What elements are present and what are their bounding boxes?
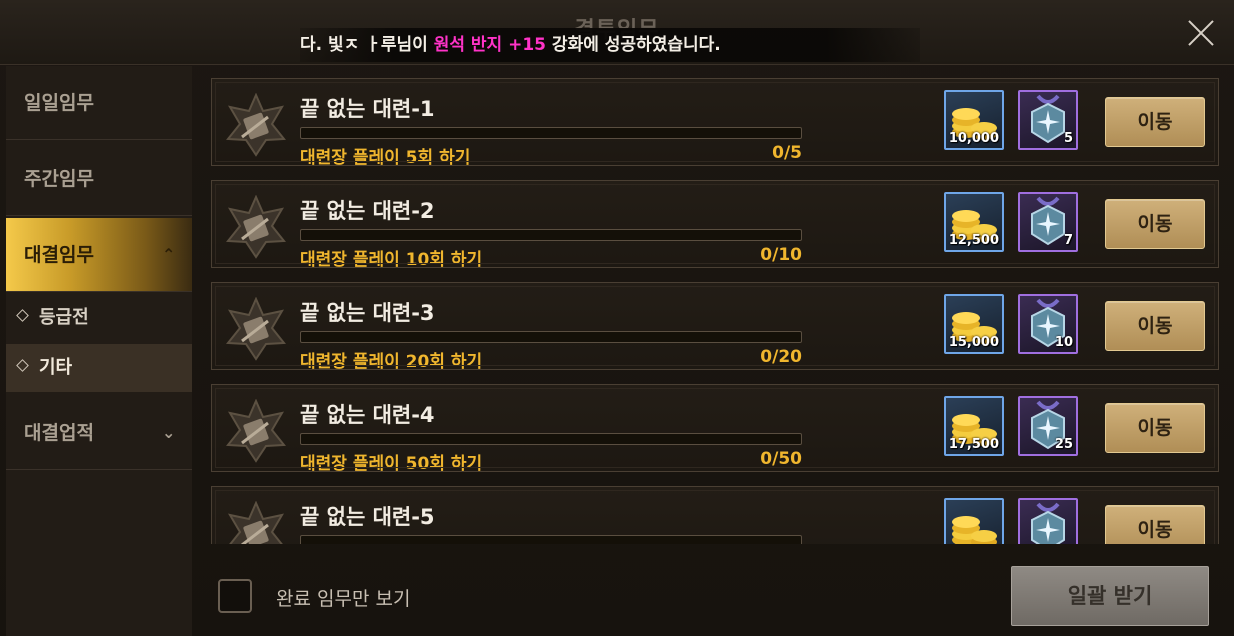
progress-bar — [300, 127, 802, 139]
move-button[interactable]: 이동 — [1105, 505, 1205, 544]
scroll-badge-icon — [227, 501, 285, 544]
chevron-down-icon: ⌄ — [162, 423, 176, 442]
scroll-badge-icon — [226, 399, 286, 463]
reward-gold[interactable] — [944, 498, 1004, 544]
quest-name: 끝 없는 대련-1 — [300, 97, 435, 121]
quest-description: 대련장 플레이 5회 하기 — [300, 148, 471, 168]
progress-bar — [300, 433, 802, 445]
reward-gold[interactable]: 17,500 — [944, 396, 1004, 456]
sidebar-item-weekly[interactable]: 주간임무 — [6, 142, 192, 216]
system-notice: 다. 빛ㅈ ㅏ루님이 원석 반지 +15 강화에 성공하였습니다. — [300, 28, 920, 62]
quest-name: 끝 없는 대련-5 — [300, 505, 435, 529]
reward-gem[interactable]: 7 — [1018, 192, 1078, 252]
diamond-bullet-icon — [16, 309, 29, 322]
quest-list[interactable]: 끝 없는 대련-1 대련장 플레이 5회 하기 0/5 10,000 5 이동 … — [211, 70, 1219, 544]
reward-gold[interactable]: 15,000 — [944, 294, 1004, 354]
scroll-badge-icon — [226, 195, 286, 259]
notice-item: 원석 반지 +15 — [433, 35, 547, 55]
sidebar-item-label: 대결임무 — [24, 244, 94, 266]
notice-prefix: 다. 빛ㅈ ㅏ루님이 — [300, 35, 434, 55]
sidebar-item-label: 대결업적 — [24, 422, 94, 444]
quest-card: 끝 없는 대련-1 대련장 플레이 5회 하기 0/5 10,000 5 이동 — [211, 78, 1219, 168]
quest-name: 끝 없는 대련-4 — [300, 403, 435, 427]
notice-suffix: 강화에 성공하였습니다. — [546, 35, 721, 55]
quest-window: 결투임무 다. 빛ㅈ ㅏ루님이 원석 반지 +15 강화에 성공하였습니다. 일… — [0, 0, 1234, 636]
subitem-label: 등급전 — [39, 307, 89, 328]
subitem-label: 기타 — [39, 357, 73, 378]
reward-amount: 15,000 — [948, 335, 999, 350]
checkbox-label: 완료 임무만 보기 — [276, 588, 411, 610]
move-button[interactable]: 이동 — [1105, 97, 1205, 147]
reward-amount: 10 — [1054, 335, 1073, 350]
reward-amount: 10,000 — [948, 131, 999, 146]
move-button[interactable]: 이동 — [1105, 199, 1205, 249]
progress-bar — [300, 229, 802, 241]
scroll-badge-icon — [226, 297, 286, 361]
title-bar: 결투임무 다. 빛ㅈ ㅏ루님이 원석 반지 +15 강화에 성공하였습니다. — [0, 0, 1234, 65]
scroll-badge-icon — [226, 93, 286, 157]
reward-gold[interactable]: 10,000 — [944, 90, 1004, 150]
progress-bar — [300, 331, 802, 343]
completed-only-checkbox[interactable] — [218, 579, 252, 613]
quest-card: 끝 없는 대련-2 대련장 플레이 10회 하기 0/10 12,500 7 이… — [211, 180, 1219, 270]
claim-all-button[interactable]: 일괄 받기 — [1011, 566, 1209, 626]
quest-progress: 0/10 — [760, 245, 802, 265]
quest-description: 대련장 플레이 50회 하기 — [300, 454, 483, 474]
sidebar-item-label: 주간임무 — [24, 168, 94, 190]
sidebar-item-daily[interactable]: 일일임무 — [6, 66, 192, 140]
sidebar-subitem-ranked[interactable]: 등급전 — [6, 294, 192, 342]
quest-progress: 0/20 — [760, 347, 802, 367]
reward-gem[interactable]: 25 — [1018, 396, 1078, 456]
quest-description: 대련장 플레이 20회 하기 — [300, 352, 483, 372]
move-button[interactable]: 이동 — [1105, 403, 1205, 453]
reward-amount: 25 — [1054, 437, 1073, 452]
reward-gem[interactable]: 5 — [1018, 90, 1078, 150]
quest-progress: 0/5 — [772, 143, 802, 163]
move-button[interactable]: 이동 — [1105, 301, 1205, 351]
gold-coins-icon — [952, 516, 997, 544]
quest-card: 끝 없는 대련-4 대련장 플레이 50회 하기 0/50 17,500 25 … — [211, 384, 1219, 474]
sidebar-item-label: 일일임무 — [24, 92, 94, 114]
reward-amount: 7 — [1063, 233, 1073, 248]
quest-progress: 0/50 — [760, 449, 802, 469]
progress-bar — [300, 535, 802, 544]
sidebar-subitem-other[interactable]: 기타 — [6, 344, 192, 392]
quest-card: 끝 없는 대련-3 대련장 플레이 20회 하기 0/20 15,000 10 … — [211, 282, 1219, 372]
blue-gem-icon — [1031, 502, 1065, 544]
quest-name: 끝 없는 대련-3 — [300, 301, 435, 325]
close-icon[interactable] — [1184, 16, 1218, 50]
sidebar-item-battle[interactable]: 대결임무 ⌃ — [6, 218, 192, 292]
reward-amount: 17,500 — [948, 437, 999, 452]
reward-gold[interactable]: 12,500 — [944, 192, 1004, 252]
reward-gem[interactable] — [1018, 498, 1078, 544]
reward-amount: 5 — [1063, 131, 1073, 146]
quest-name: 끝 없는 대련-2 — [300, 199, 435, 223]
diamond-bullet-icon — [16, 359, 29, 372]
reward-amount: 12,500 — [948, 233, 999, 248]
sidebar: 일일임무 주간임무 대결임무 ⌃ 등급전 기타 대결업적 ⌄ — [6, 66, 192, 636]
footer: 완료 임무만 보기 일괄 받기 — [194, 546, 1234, 636]
sidebar-item-achievements[interactable]: 대결업적 ⌄ — [6, 396, 192, 470]
chevron-up-icon: ⌃ — [162, 245, 176, 264]
reward-gem[interactable]: 10 — [1018, 294, 1078, 354]
quest-card: 끝 없는 대련-5 이동 — [211, 486, 1219, 544]
quest-description: 대련장 플레이 10회 하기 — [300, 250, 483, 270]
